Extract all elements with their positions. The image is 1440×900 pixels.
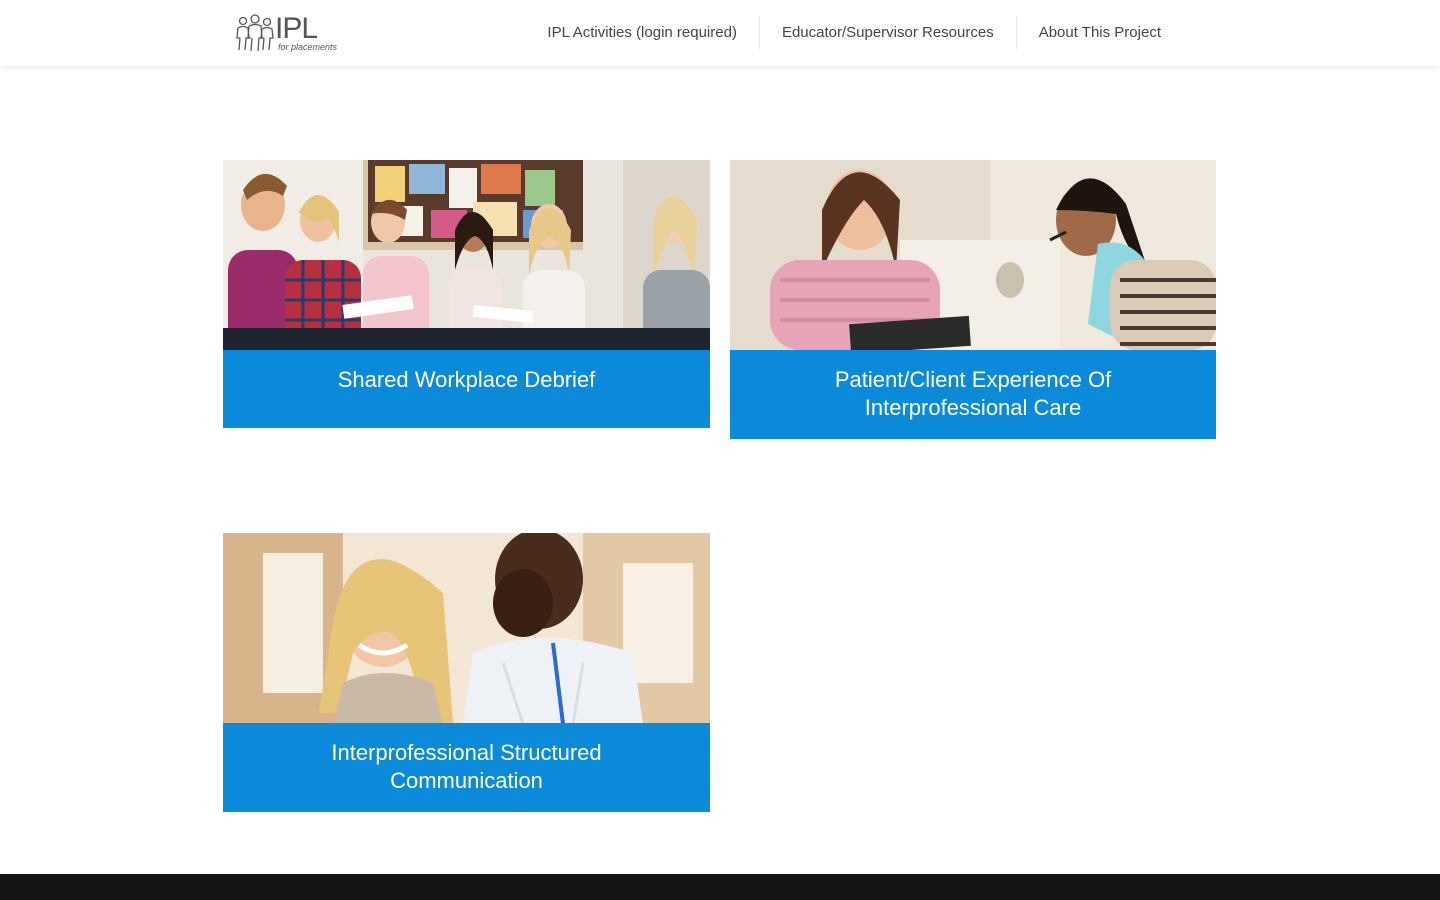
logo-title: IPL: [275, 12, 318, 45]
card-image-consultation: [730, 160, 1216, 350]
card-interprofessional-communication[interactable]: Interprofessional Structured Communicati…: [223, 533, 710, 812]
card-shared-workplace-debrief[interactable]: Shared Workplace Debrief: [223, 160, 710, 428]
nav-ipl-activities[interactable]: IPL Activities (login required): [525, 16, 759, 49]
logo-subtitle: for placements: [278, 42, 338, 52]
site-logo[interactable]: IPL for placements: [234, 12, 344, 54]
card-title: Shared Workplace Debrief: [223, 350, 710, 428]
card-image-group-discussion: [223, 160, 710, 350]
nav-educator-resources[interactable]: Educator/Supervisor Resources: [758, 16, 1016, 49]
card-image-conversation: [223, 533, 710, 723]
card-title: Interprofessional Structured Communicati…: [223, 723, 710, 812]
card-title: Patient/Client Experience Of Interprofes…: [730, 350, 1216, 439]
site-header: IPL for placements IPL Activities (login…: [0, 0, 1440, 66]
site-footer: [0, 874, 1440, 900]
people-icon: [236, 14, 274, 52]
nav-about-project[interactable]: About This Project: [1015, 16, 1183, 49]
main-nav: IPL Activities (login required) Educator…: [525, 16, 1183, 49]
card-patient-client-experience[interactable]: Patient/Client Experience Of Interprofes…: [730, 160, 1216, 439]
